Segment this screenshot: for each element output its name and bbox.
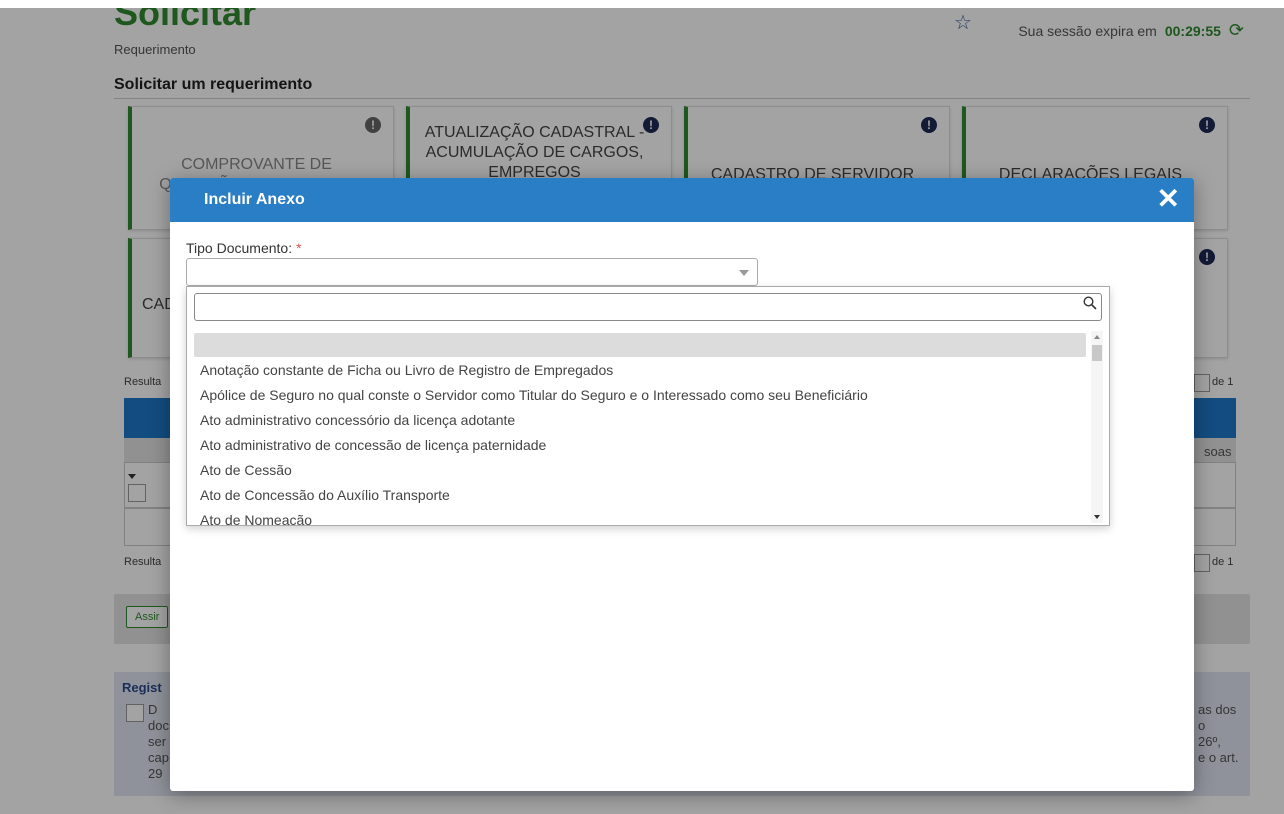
scroll-up-icon[interactable] (1094, 335, 1100, 339)
dropdown-option[interactable]: Ato administrativo concessório da licenç… (194, 408, 1086, 433)
dropdown-search-input[interactable] (194, 293, 1102, 321)
dropdown-scrollbar[interactable] (1091, 331, 1103, 523)
close-icon[interactable]: ✕ (1157, 184, 1180, 214)
dropdown-option[interactable]: Ato de Concessão do Auxílio Transporte (194, 483, 1086, 508)
top-strip (0, 0, 1284, 8)
dropdown-option[interactable]: Ato de Nomeação (194, 508, 1086, 525)
dropdown-option[interactable]: Anotação constante de Ficha ou Livro de … (194, 358, 1086, 383)
document-type-label: Tipo Documento: * (186, 240, 302, 256)
dropdown-options-list: Anotação constante de Ficha ou Livro de … (194, 333, 1086, 525)
scrollbar-thumb[interactable] (1092, 345, 1102, 361)
dropdown-option[interactable]: Ato de Cessão (194, 458, 1086, 483)
dropdown-option[interactable]: Ato administrativo de concessão de licen… (194, 433, 1086, 458)
dropdown-option[interactable]: Apólice de Seguro no qual conste o Servi… (194, 383, 1086, 408)
modal-title: Incluir Anexo (204, 191, 305, 208)
scroll-down-icon[interactable] (1094, 515, 1100, 519)
required-marker: * (295, 240, 302, 256)
document-type-dropdown: Anotação constante de Ficha ou Livro de … (186, 286, 1110, 526)
document-type-select[interactable] (186, 258, 758, 286)
modal-header: Incluir Anexo ✕ (170, 178, 1194, 222)
chevron-down-icon (739, 270, 749, 276)
search-icon (1083, 296, 1097, 310)
dropdown-option[interactable] (194, 333, 1086, 357)
